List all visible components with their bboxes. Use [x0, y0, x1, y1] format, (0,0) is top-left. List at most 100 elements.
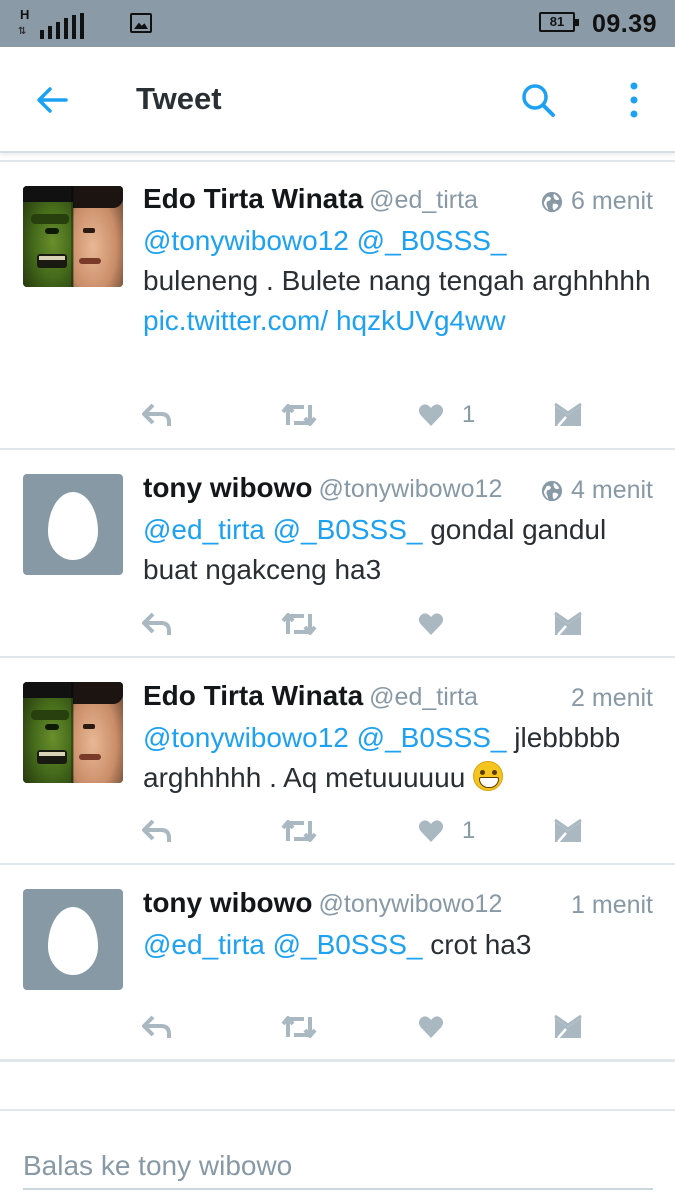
direct-message-icon: [554, 402, 582, 427]
direct-message-button[interactable]: [554, 604, 582, 644]
search-button[interactable]: [518, 80, 558, 120]
author-handle: @ed_tirta: [369, 186, 478, 214]
tweet-actions: 1: [0, 395, 675, 435]
like-count: 1: [462, 401, 476, 428]
like-button[interactable]: 1: [418, 395, 475, 435]
author-name: Edo Tirta Winata: [143, 680, 364, 711]
signal-icon: [40, 13, 84, 39]
direct-message-icon: [554, 1014, 582, 1039]
mention-link[interactable]: @_B0SSS_: [273, 929, 423, 960]
network-type-label: H: [20, 7, 30, 22]
avatar[interactable]: [23, 186, 123, 287]
battery-icon: 81: [539, 12, 579, 32]
like-button[interactable]: [418, 1007, 462, 1047]
tweet-text: @tonywibowo12 @_B0SSS_ jlebbbbb arghhhhh…: [143, 718, 653, 798]
app-bar: Tweet: [0, 47, 675, 153]
tweet-author[interactable]: tony wibowo @tonywibowo12: [143, 472, 502, 504]
page-title: Tweet: [136, 81, 222, 116]
tweet-author[interactable]: tony wibowo @tonywibowo12: [143, 887, 502, 919]
mention-link[interactable]: @tonywibowo12: [143, 225, 349, 256]
mention-link[interactable]: @tonywibowo12: [143, 722, 349, 753]
network-type-icon: H ⇅: [18, 7, 34, 39]
tweet-actions: [0, 604, 675, 644]
reply-icon: [142, 819, 171, 842]
mention-link[interactable]: @_B0SSS_: [273, 514, 423, 545]
status-bar: H ⇅ 81 09.39: [0, 0, 675, 47]
tweet-text: @ed_tirta @_B0SSS_ gondal gandul buat ng…: [143, 510, 653, 590]
author-name: tony wibowo: [143, 887, 313, 918]
divider: [0, 160, 675, 162]
mention-link[interactable]: @ed_tirta: [143, 514, 265, 545]
avatar[interactable]: [23, 889, 123, 990]
tweet-time: 6 menit: [541, 187, 653, 216]
like-icon: [418, 613, 444, 635]
reply-composer: [0, 1109, 675, 1200]
tweet-time: 4 menit: [541, 476, 653, 505]
like-button[interactable]: [418, 604, 462, 644]
retweet-button[interactable]: [280, 395, 318, 435]
tweet-actions: 1: [0, 811, 675, 851]
reply-button[interactable]: [141, 395, 173, 435]
retweet-button[interactable]: [280, 811, 318, 851]
avatar[interactable]: [23, 474, 123, 575]
direct-message-button[interactable]: [554, 1007, 582, 1047]
globe-icon: [541, 480, 563, 501]
divider: [0, 1059, 675, 1062]
time-label: 4 menit: [571, 476, 653, 504]
more-vertical-icon: [630, 82, 638, 118]
tweet-actions: [0, 1007, 675, 1047]
reply-input-underline: [23, 1188, 653, 1190]
battery-level: 81: [549, 14, 565, 29]
tweet-text: @ed_tirta @_B0SSS_ crot ha3: [143, 925, 653, 965]
time-label: 6 menit: [571, 187, 653, 215]
retweet-icon: [281, 404, 317, 426]
reply-input[interactable]: [23, 1141, 653, 1191]
retweet-icon: [281, 613, 317, 635]
reply-icon: [142, 612, 171, 635]
tweet-time: 2 menit: [571, 684, 653, 713]
retweet-button[interactable]: [280, 1007, 318, 1047]
direct-message-icon: [554, 818, 582, 843]
grinning-face-emoji-icon: [473, 761, 504, 791]
data-arrows-icon: ⇅: [18, 26, 26, 37]
mention-link[interactable]: @ed_tirta: [143, 929, 265, 960]
like-button[interactable]: 1: [418, 811, 475, 851]
reply-button[interactable]: [141, 1007, 173, 1047]
reply-button[interactable]: [141, 811, 173, 851]
avatar[interactable]: [23, 682, 123, 783]
back-button[interactable]: [32, 80, 72, 120]
more-options-button[interactable]: [614, 80, 654, 120]
mention-link[interactable]: @_B0SSS_: [357, 722, 507, 753]
like-icon: [418, 1016, 444, 1038]
author-handle: @tonywibowo12: [318, 890, 503, 918]
like-count: 1: [462, 817, 476, 844]
author-handle: @tonywibowo12: [318, 475, 503, 503]
like-icon: [418, 404, 444, 426]
tweet-author[interactable]: Edo Tirta Winata @ed_tirta: [143, 183, 478, 215]
tweet-author[interactable]: Edo Tirta Winata @ed_tirta: [143, 680, 478, 712]
retweet-icon: [281, 820, 317, 842]
direct-message-button[interactable]: [554, 395, 582, 435]
status-left: H ⇅: [18, 7, 84, 39]
tweet-item[interactable]: tony wibowo @tonywibowo12 4 menit @ed_tir…: [0, 450, 675, 656]
tweet-body-text: buleneng . Bulete nang tengah arghhhhh: [143, 265, 651, 296]
status-clock: 09.39: [592, 10, 658, 38]
direct-message-button[interactable]: [554, 811, 582, 851]
media-link[interactable]: pic.twitter.com/ hqzkUVg4ww: [143, 305, 506, 336]
default-egg-icon: [48, 907, 98, 975]
back-arrow-icon: [37, 87, 68, 113]
reply-button[interactable]: [141, 604, 173, 644]
retweet-button[interactable]: [280, 604, 318, 644]
tweet-time: 1 menit: [571, 891, 653, 920]
tweet-item[interactable]: tony wibowo @tonywibowo12 1 menit @ed_tir…: [0, 865, 675, 1061]
mention-link[interactable]: @_B0SSS_: [357, 225, 507, 256]
gallery-notification-icon: [130, 13, 152, 33]
time-label: 2 menit: [571, 684, 653, 712]
tweet-item[interactable]: Edo Tirta Winata @ed_tirta 6 menit @tonyw…: [0, 165, 675, 448]
tweet-item[interactable]: Edo Tirta Winata @ed_tirta 2 menit @tonyw…: [0, 658, 675, 863]
retweet-icon: [281, 1016, 317, 1038]
author-name: tony wibowo: [143, 472, 313, 503]
reply-icon: [142, 403, 171, 426]
default-egg-icon: [48, 492, 98, 560]
search-icon: [522, 84, 555, 117]
